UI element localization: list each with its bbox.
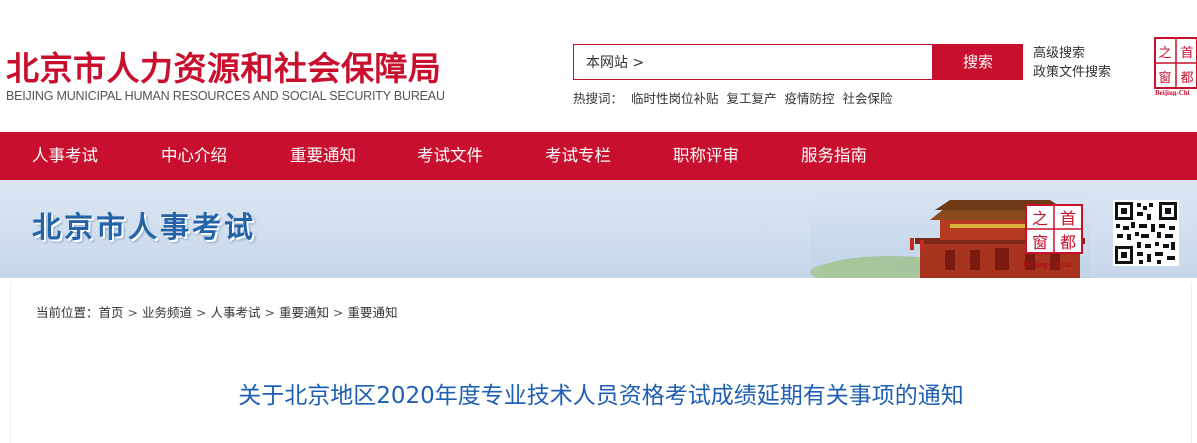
svg-text:都: 都 xyxy=(1180,71,1193,86)
breadcrumb-separator: > xyxy=(264,305,276,320)
breadcrumb-link-personnel-exam[interactable]: 人事考试 xyxy=(211,305,261,320)
breadcrumb-separator: > xyxy=(333,305,344,320)
banner-stamp-caption: Beijing-China xyxy=(1023,260,1072,269)
breadcrumb-link-business[interactable]: 业务频道 xyxy=(142,305,192,320)
search-input[interactable] xyxy=(574,45,932,79)
site-logo-subtitle: BEIJING MUNICIPAL HUMAN RESOURCES AND SO… xyxy=(6,89,445,103)
svg-text:之: 之 xyxy=(1032,209,1048,228)
breadcrumb-separator: > xyxy=(127,305,139,320)
breadcrumb-link-notices-sub[interactable]: 重要通知 xyxy=(348,305,398,320)
capital-window-stamp-icon[interactable]: 之 首 窗 都 Beijing-Chi xyxy=(1153,36,1197,96)
hot-search-link[interactable]: 复工复产 xyxy=(727,91,777,106)
nav-item-service-guide[interactable]: 服务指南 xyxy=(801,132,867,180)
page-banner: 北京市人事考试 之 首 窗 都 Beijing-China xyxy=(0,180,1197,278)
hot-search-link[interactable]: 临时性岗位补贴 xyxy=(631,91,719,106)
qr-code-icon[interactable] xyxy=(1113,200,1179,266)
breadcrumb-link-notices[interactable]: 重要通知 xyxy=(279,305,329,320)
nav-item-exam-columns[interactable]: 考试专栏 xyxy=(545,132,611,180)
svg-text:首: 首 xyxy=(1060,209,1076,228)
nav-item-center-intro[interactable]: 中心介绍 xyxy=(161,132,227,180)
svg-text:首: 首 xyxy=(1180,46,1193,61)
advanced-search-link[interactable]: 高级搜索 xyxy=(1033,44,1111,63)
nav-item-important-notices[interactable]: 重要通知 xyxy=(290,132,356,180)
banner-title: 北京市人事考试 xyxy=(32,210,257,244)
svg-text:窗: 窗 xyxy=(1032,233,1048,252)
hot-search-label: 热搜词： xyxy=(573,91,624,106)
breadcrumb-label: 当前位置： xyxy=(36,305,99,320)
main-nav: 人事考试 中心介绍 重要通知 考试文件 考试专栏 职称评审 服务指南 xyxy=(0,132,1197,180)
svg-text:之: 之 xyxy=(1158,46,1171,61)
article-title: 关于北京地区2020年度专业技术人员资格考试成绩延期有关事项的通知 xyxy=(238,383,964,409)
site-header: 北京市人力资源和社会保障局 BEIJING MUNICIPAL HUMAN RE… xyxy=(0,0,1197,132)
search-box xyxy=(573,44,933,80)
breadcrumb: 当前位置：首页 > 业务频道 > 人事考试 > 重要通知 > 重要通知 xyxy=(36,302,398,321)
hot-search-words: 热搜词： 临时性岗位补贴 复工复产 疫情防控 社会保险 xyxy=(573,88,897,107)
svg-text:窗: 窗 xyxy=(1158,70,1171,86)
search-links: 高级搜索 政策文件搜索 xyxy=(1033,44,1111,82)
hot-search-link[interactable]: 社会保险 xyxy=(843,91,893,106)
svg-text:都: 都 xyxy=(1060,233,1076,252)
svg-text:Beijing-Chi: Beijing-Chi xyxy=(1155,89,1190,96)
hot-search-link[interactable]: 疫情防控 xyxy=(785,91,835,106)
nav-item-title-review[interactable]: 职称评审 xyxy=(673,132,739,180)
site-logo-title[interactable]: 北京市人力资源和社会保障局 xyxy=(6,42,442,90)
capital-window-banner-stamp-icon: 之 首 窗 都 xyxy=(1025,204,1083,254)
breadcrumb-link-home[interactable]: 首页 xyxy=(99,305,124,320)
nav-item-exam-documents[interactable]: 考试文件 xyxy=(417,132,483,180)
policy-search-link[interactable]: 政策文件搜索 xyxy=(1033,63,1111,82)
breadcrumb-separator: > xyxy=(196,305,207,320)
search-button[interactable]: 搜索 xyxy=(933,44,1023,80)
nav-item-personnel-exam[interactable]: 人事考试 xyxy=(32,132,98,180)
content-area: 当前位置：首页 > 业务频道 > 人事考试 > 重要通知 > 重要通知 关于北京地区2020年度… xyxy=(10,282,1192,443)
